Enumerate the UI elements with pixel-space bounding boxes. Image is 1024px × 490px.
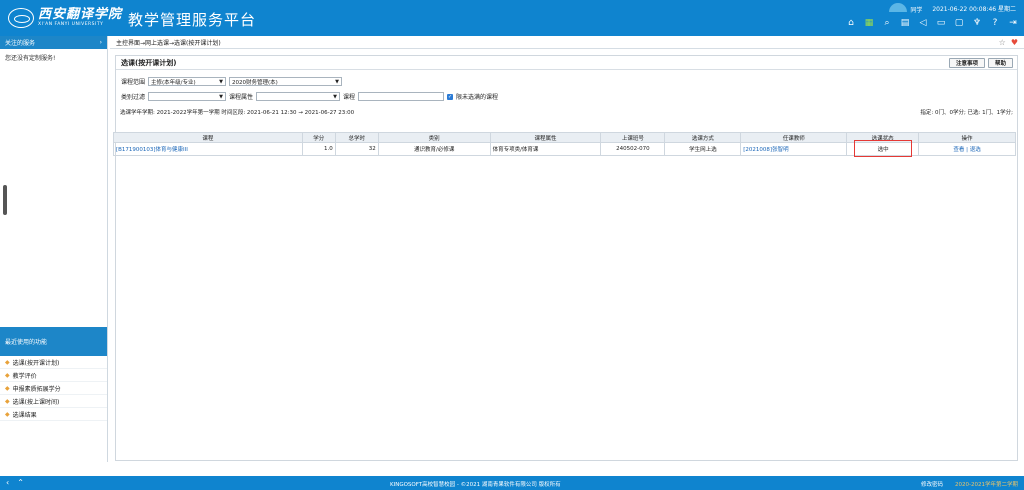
course-input[interactable] — [358, 92, 445, 101]
sidebar-resize-handle[interactable] — [3, 185, 7, 215]
followed-services-empty: 您还没有定制服务! — [5, 55, 56, 62]
method-value: 学生网上选 — [664, 142, 742, 156]
col-credit: 学分 — [301, 132, 336, 143]
window-icon[interactable]: ▭ — [936, 18, 946, 28]
diamond-bullet-icon: ◆ — [5, 358, 10, 366]
recent-item[interactable]: ◆ 教学评价 — [0, 369, 107, 382]
volume-icon[interactable]: ◁ — [918, 18, 928, 28]
limit-unfilled-label: 限未选满的课程 — [456, 94, 499, 101]
breadcrumb: 主控界面→网上选课→选课(按开课计划) ☆ ♥ — [110, 36, 1024, 49]
recent-item[interactable]: ◆ 申报素质拓展学分 — [0, 382, 107, 395]
logo-english-name: XI'AN FANYI UNIVERSITY — [38, 22, 104, 28]
category-value: 通识教育/必修课 — [377, 142, 491, 156]
help-button[interactable]: 帮助 — [987, 58, 1013, 68]
user-info: 同学 2021-06-22 00:08:46 星期二 — [889, 3, 1016, 14]
notice-button[interactable]: 注意事项 — [948, 58, 985, 68]
operation-cell: 查看 | 退选 — [918, 142, 1016, 156]
course-label: 课程 — [343, 94, 356, 101]
user-name[interactable]: 同学 — [889, 3, 922, 14]
col-method: 选课方式 — [664, 132, 742, 143]
top-header: 西安翻译学院 XI'AN FANYI UNIVERSITY 教学管理服务平台 同… — [0, 0, 1024, 36]
shirt-icon[interactable]: ♆ — [972, 18, 982, 28]
diamond-bullet-icon: ◆ — [5, 371, 10, 379]
recent-functions-title: 最近使用的功能 — [0, 327, 107, 356]
table-row: [B171900103]体育与健康III 1.0 32 通识教育/必修课 体育专… — [113, 140, 1016, 157]
recent-item[interactable]: ◆ 选课(按开课计划) — [0, 356, 107, 369]
col-course-attr: 课程属性 — [489, 132, 602, 143]
copyright: KINGOSOFT高校智慧校园 - ©2021 湖南青果软件有限公司 版权所有 — [390, 482, 561, 488]
col-class-no: 上课班号 — [600, 132, 666, 143]
limit-unfilled-checkbox[interactable]: ✓ — [447, 93, 454, 100]
chevron-right-icon[interactable]: › — [100, 39, 102, 46]
category-select[interactable]: ▼ — [148, 92, 227, 101]
diamond-bullet-icon: ◆ — [5, 397, 10, 405]
scope-select[interactable]: 主修(本年级/专业) ▼ — [148, 77, 227, 86]
followed-services-header[interactable]: 关注的服务 › — [0, 36, 107, 49]
teacher-link[interactable]: [2021008]张智明 — [743, 147, 788, 153]
course-attr-value: 体育专项类/体育课 — [489, 142, 602, 156]
recent-item[interactable]: ◆ 选课(按上课时间) — [0, 395, 107, 408]
apps-icon[interactable]: ▦ — [864, 18, 874, 28]
scope-label: 课程范围 — [121, 79, 146, 86]
star-icon[interactable]: ☆ — [999, 38, 1006, 47]
course-attr-label: 课程属性 — [229, 94, 254, 101]
col-course: 课程 — [113, 132, 303, 143]
credit-summary: 指定: 0门、0学分; 已选: 1门、1学分; — [920, 109, 1013, 116]
main-content: 主控界面→网上选课→选课(按开课计划) ☆ ♥ 选课(按开课计划) 注意事项 帮… — [110, 36, 1024, 462]
logout-icon[interactable]: ⇥ — [1008, 18, 1018, 28]
chevron-left-icon[interactable]: ‹ — [6, 478, 9, 487]
col-operation: 操作 — [918, 132, 1016, 143]
chevron-up-icon[interactable]: ⌃ — [17, 478, 24, 487]
home-icon[interactable]: ⌂ — [846, 18, 856, 28]
status-highlight: 选中 — [854, 140, 913, 157]
user-avatar — [889, 3, 908, 12]
course-table: 课程 学分 总学时 类别 课程属性 上课班号 选课方式 任课教师 选课状态 操作… — [113, 132, 1016, 157]
term-period-info: 选课学年学期: 2021-2022学年第一学期 时间区段: 2021-06-21… — [120, 109, 355, 116]
header-toolbar: ⌂ ▦ ⌕ ▤ ◁ ▭ ▢ ♆ ? ⇥ — [846, 18, 1018, 28]
change-password-link[interactable]: 修改密码 — [921, 480, 943, 488]
university-logo[interactable]: 西安翻译学院 XI'AN FANYI UNIVERSITY — [8, 4, 122, 32]
followed-services-title: 关注的服务 — [5, 40, 36, 47]
search-icon[interactable]: ⌕ — [882, 18, 892, 28]
course-link[interactable]: [B171900103]体育与健康III — [116, 147, 188, 153]
filter-form: 课程范围 主修(本年级/专业) ▼ 2020财务管理(本) ▼ 类别过滤 ▼ 课程属… — [116, 70, 1017, 102]
course-selection-panel: 选课(按开课计划) 注意事项 帮助 课程范围 主修(本年级/专业) ▼ 2020财… — [115, 55, 1018, 461]
chevron-down-icon: ▼ — [219, 78, 224, 85]
recent-functions: 最近使用的功能 ◆ 选课(按开课计划) ◆ 教学评价 ◆ 申报素质拓展学分 ◆ 选课(按… — [0, 327, 107, 421]
col-teacher: 任课教师 — [740, 132, 848, 143]
university-emblem-icon — [8, 8, 34, 28]
col-category: 类别 — [377, 132, 491, 143]
logo-chinese-name: 西安翻译学院 — [38, 7, 123, 23]
heart-icon[interactable]: ♥ — [1011, 38, 1018, 47]
recent-item[interactable]: ◆ 选课结果 — [0, 408, 107, 421]
chevron-down-icon: ▼ — [219, 93, 224, 100]
breadcrumb-text: 主控界面→网上选课→选课(按开课计划) — [116, 39, 221, 47]
current-datetime: 2021-06-22 00:08:46 星期二 — [932, 6, 1016, 13]
current-term: 2020-2021学年第二学期 — [955, 482, 1018, 488]
drop-course-link[interactable]: 退选 — [970, 147, 981, 153]
diamond-bullet-icon: ◆ — [5, 410, 10, 418]
platform-title: 教学管理服务平台 — [128, 11, 257, 29]
sidebar: 关注的服务 › 您还没有定制服务! 最近使用的功能 ◆ 选课(按开课计划) ◆ 教学… — [0, 36, 108, 462]
class-no-value: 240502-070 — [600, 142, 666, 156]
course-attr-select[interactable]: ▼ — [256, 92, 341, 101]
chevron-down-icon: ▼ — [333, 93, 338, 100]
view-link[interactable]: 查看 — [953, 147, 964, 153]
category-label: 类别过滤 — [121, 94, 146, 101]
panel-title: 选课(按开课计划) 注意事项 帮助 — [116, 56, 1017, 70]
help-icon[interactable]: ? — [990, 18, 1000, 28]
status-cell: 选中 — [846, 140, 920, 157]
op-separator: | — [966, 147, 968, 153]
chevron-down-icon: ▼ — [335, 78, 340, 85]
selection-info: 选课学年学期: 2021-2022学年第一学期 时间区段: 2021-06-21… — [116, 107, 1017, 116]
major-select[interactable]: 2020财务管理(本) ▼ — [229, 77, 343, 86]
diamond-bullet-icon: ◆ — [5, 384, 10, 392]
credit-value: 1.0 — [301, 142, 336, 156]
message-icon[interactable]: ▢ — [954, 18, 964, 28]
hours-value: 32 — [334, 142, 379, 156]
footer: ‹ ⌃ KINGOSOFT高校智慧校园 - ©2021 湖南青果软件有限公司 版… — [0, 476, 1024, 490]
col-hours: 总学时 — [334, 132, 379, 143]
calendar-icon[interactable]: ▤ — [900, 18, 910, 28]
